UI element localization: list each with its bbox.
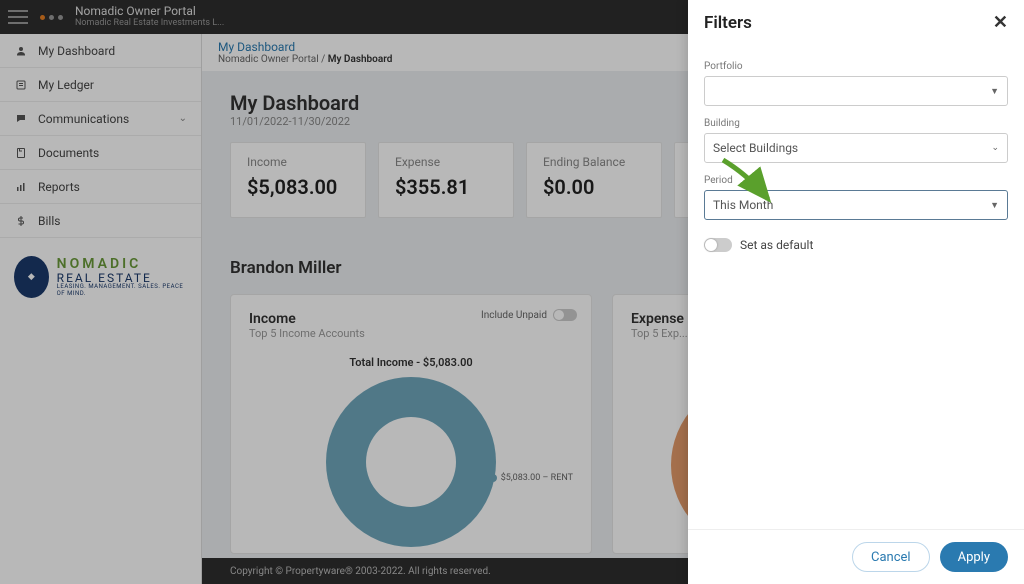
chevron-down-icon: ⌄ <box>991 143 999 153</box>
apply-button[interactable]: Apply <box>940 542 1008 572</box>
set-default-label: Set as default <box>740 238 813 252</box>
set-default-toggle[interactable] <box>704 238 732 252</box>
cancel-button[interactable]: Cancel <box>852 542 930 572</box>
portfolio-select[interactable]: ▼ <box>704 76 1008 106</box>
building-label: Building <box>704 118 1008 129</box>
drawer-title: Filters <box>704 13 752 33</box>
portfolio-label: Portfolio <box>704 61 1008 72</box>
period-select[interactable]: This Month ▼ <box>704 190 1008 220</box>
caret-down-icon: ▼ <box>990 200 999 211</box>
filters-drawer: Filters ✕ Portfolio ▼ Building Select Bu… <box>688 0 1024 584</box>
period-label: Period <box>704 175 1008 186</box>
building-select[interactable]: Select Buildings ⌄ <box>704 133 1008 163</box>
close-icon[interactable]: ✕ <box>993 12 1008 33</box>
caret-down-icon: ▼ <box>990 86 999 97</box>
